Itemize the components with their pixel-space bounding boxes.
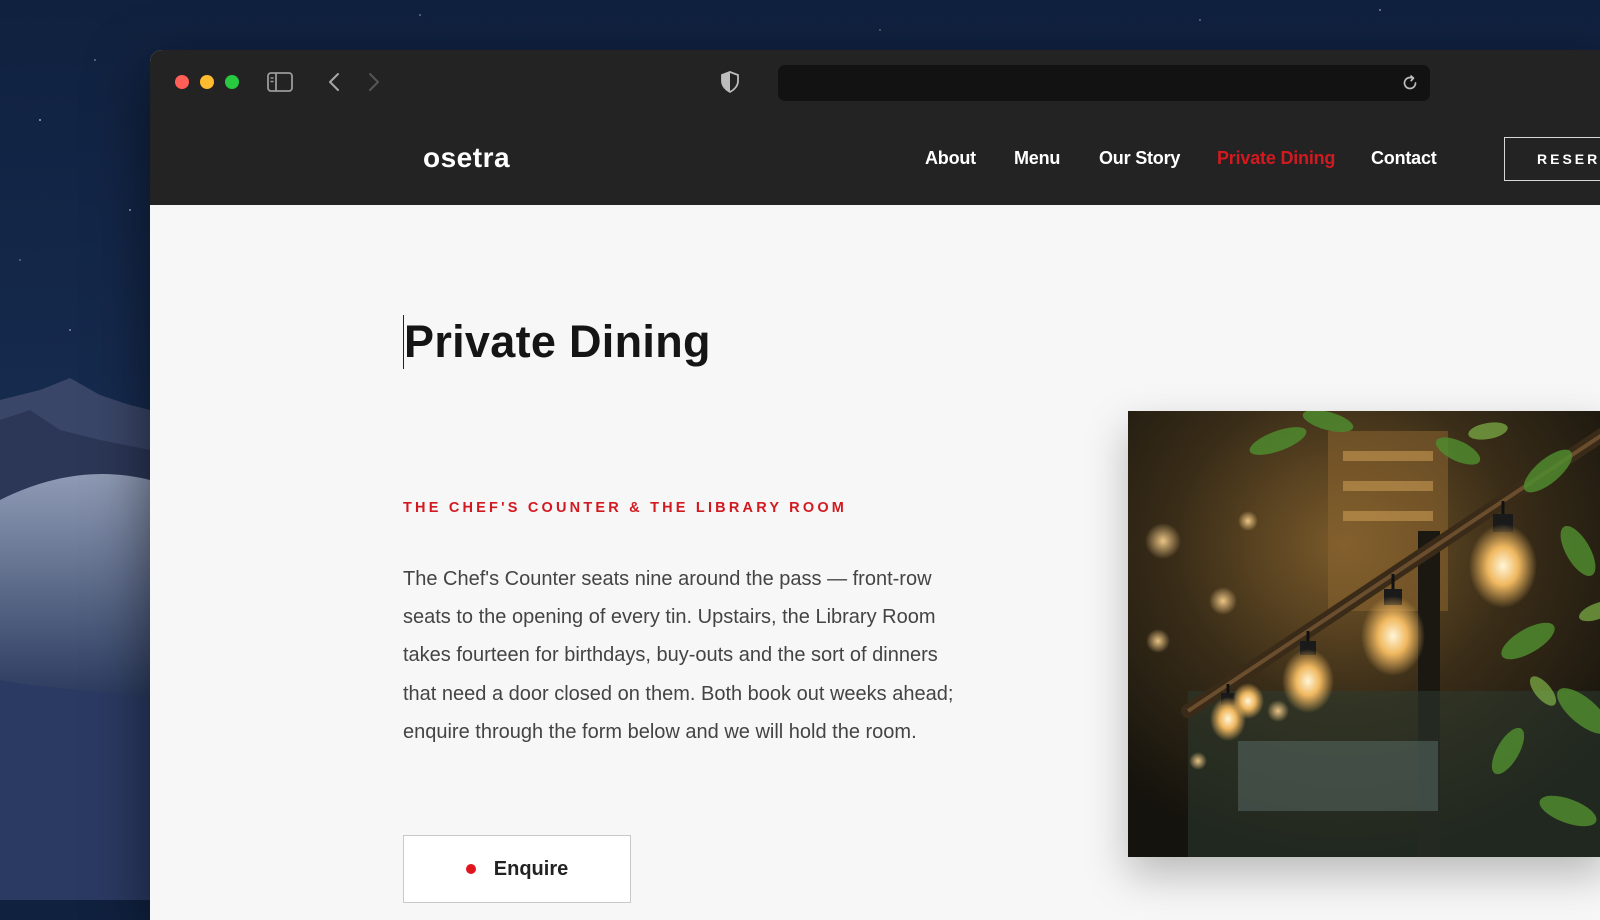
restaurant-photo bbox=[1128, 411, 1600, 857]
enquire-button[interactable]: Enquire bbox=[403, 835, 631, 903]
enquire-label: Enquire bbox=[493, 857, 569, 880]
browser-window: osetra About Menu Our Story Private Dini… bbox=[150, 50, 1600, 920]
minimize-window-button[interactable] bbox=[200, 75, 214, 89]
intro-paragraph: The Chef's Counter seats nine around the… bbox=[403, 568, 954, 743]
site-header: osetra About Menu Our Story Private Dini… bbox=[150, 115, 1600, 205]
address-bar[interactable] bbox=[778, 65, 1430, 101]
forward-arrow-icon[interactable] bbox=[364, 70, 384, 94]
main-content: Private Dining THE CHEF'S COUNTER & THE … bbox=[150, 205, 1600, 920]
nav-link-our-story[interactable]: Our Story bbox=[1099, 148, 1180, 169]
back-arrow-icon[interactable] bbox=[324, 70, 344, 94]
dot-icon bbox=[465, 864, 476, 874]
browser-toolbar bbox=[150, 50, 1600, 116]
section-eyebrow: THE CHEF'S COUNTER & THE LIBRARY ROOM bbox=[403, 500, 848, 516]
nav-link-private-dining[interactable]: Private Dining bbox=[1217, 148, 1335, 169]
shield-icon[interactable] bbox=[718, 69, 742, 95]
reload-icon[interactable] bbox=[1400, 73, 1420, 93]
site-logo[interactable]: osetra bbox=[423, 142, 510, 174]
close-window-button[interactable] bbox=[175, 75, 189, 89]
nav-link-menu[interactable]: Menu bbox=[1014, 148, 1060, 169]
nav-link-about[interactable]: About bbox=[925, 148, 976, 169]
sidebar-icon[interactable] bbox=[266, 70, 294, 94]
reserve-button[interactable]: RESERV bbox=[1504, 137, 1600, 181]
zoom-window-button[interactable] bbox=[225, 75, 239, 89]
page-title: Private Dining bbox=[403, 315, 711, 369]
nav-link-contact[interactable]: Contact bbox=[1371, 148, 1437, 169]
